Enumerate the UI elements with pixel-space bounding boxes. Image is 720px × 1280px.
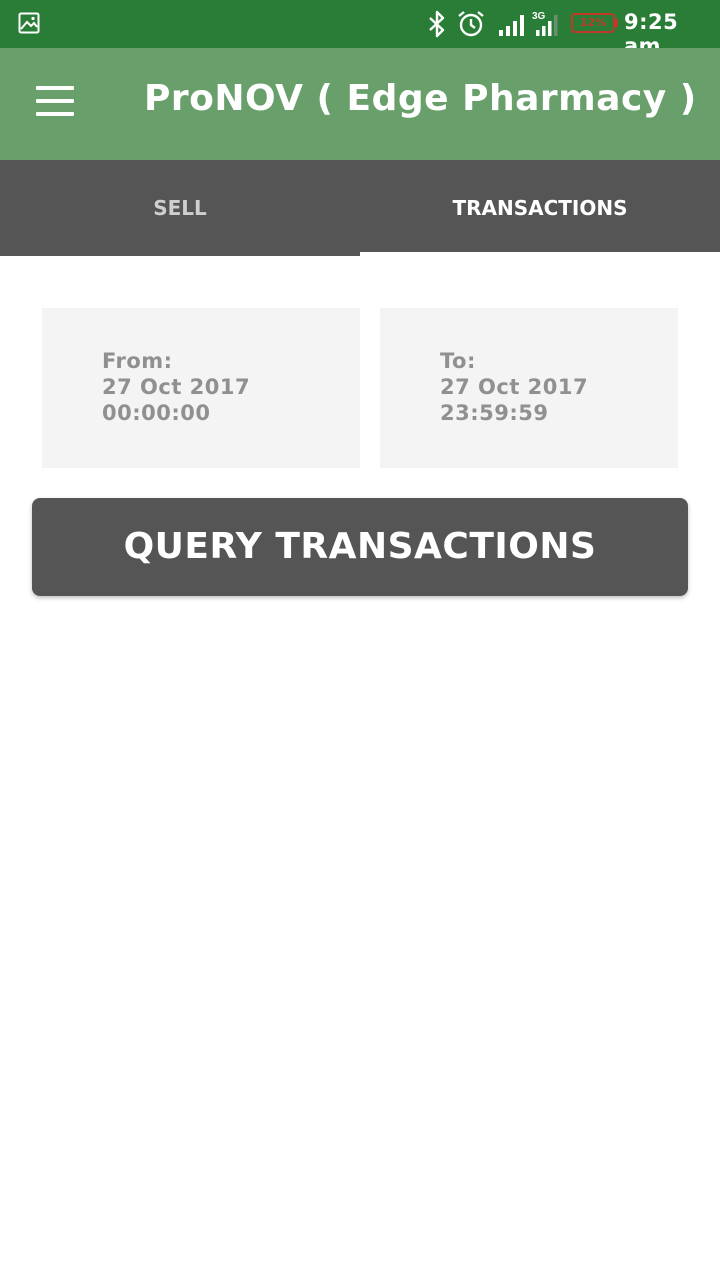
status-bar: 3G 12% 9:25 am xyxy=(0,0,720,58)
app-title: ProNOV ( Edge Pharmacy ) xyxy=(144,78,697,119)
to-date-picker[interactable]: To: 27 Oct 2017 23:59:59 xyxy=(380,308,678,468)
to-date: 27 Oct 2017 xyxy=(440,375,589,399)
tab-indicator xyxy=(360,252,720,256)
tab-transactions[interactable]: TRANSACTIONS xyxy=(360,160,720,256)
alarm-icon xyxy=(458,11,484,37)
hamburger-menu-icon[interactable] xyxy=(36,86,76,118)
from-date: 27 Oct 2017 xyxy=(102,375,251,399)
signal-3g-icon: 3G xyxy=(532,11,558,36)
app-bar: ProNOV ( Edge Pharmacy ) xyxy=(0,48,720,160)
image-icon xyxy=(18,12,40,34)
tab-sell[interactable]: SELL xyxy=(0,160,360,256)
battery-icon: 12% xyxy=(571,13,618,33)
from-time: 00:00:00 xyxy=(102,401,211,425)
tab-bar: SELL TRANSACTIONS xyxy=(0,160,720,256)
from-label: From: xyxy=(102,349,173,373)
signal-icon xyxy=(499,15,524,36)
bluetooth-icon xyxy=(429,10,445,38)
from-date-picker[interactable]: From: 27 Oct 2017 00:00:00 xyxy=(42,308,360,468)
to-time: 23:59:59 xyxy=(440,401,549,425)
query-transactions-button[interactable]: QUERY TRANSACTIONS xyxy=(32,498,688,596)
network-type-label: 3G xyxy=(532,11,546,22)
to-label: To: xyxy=(440,349,476,373)
